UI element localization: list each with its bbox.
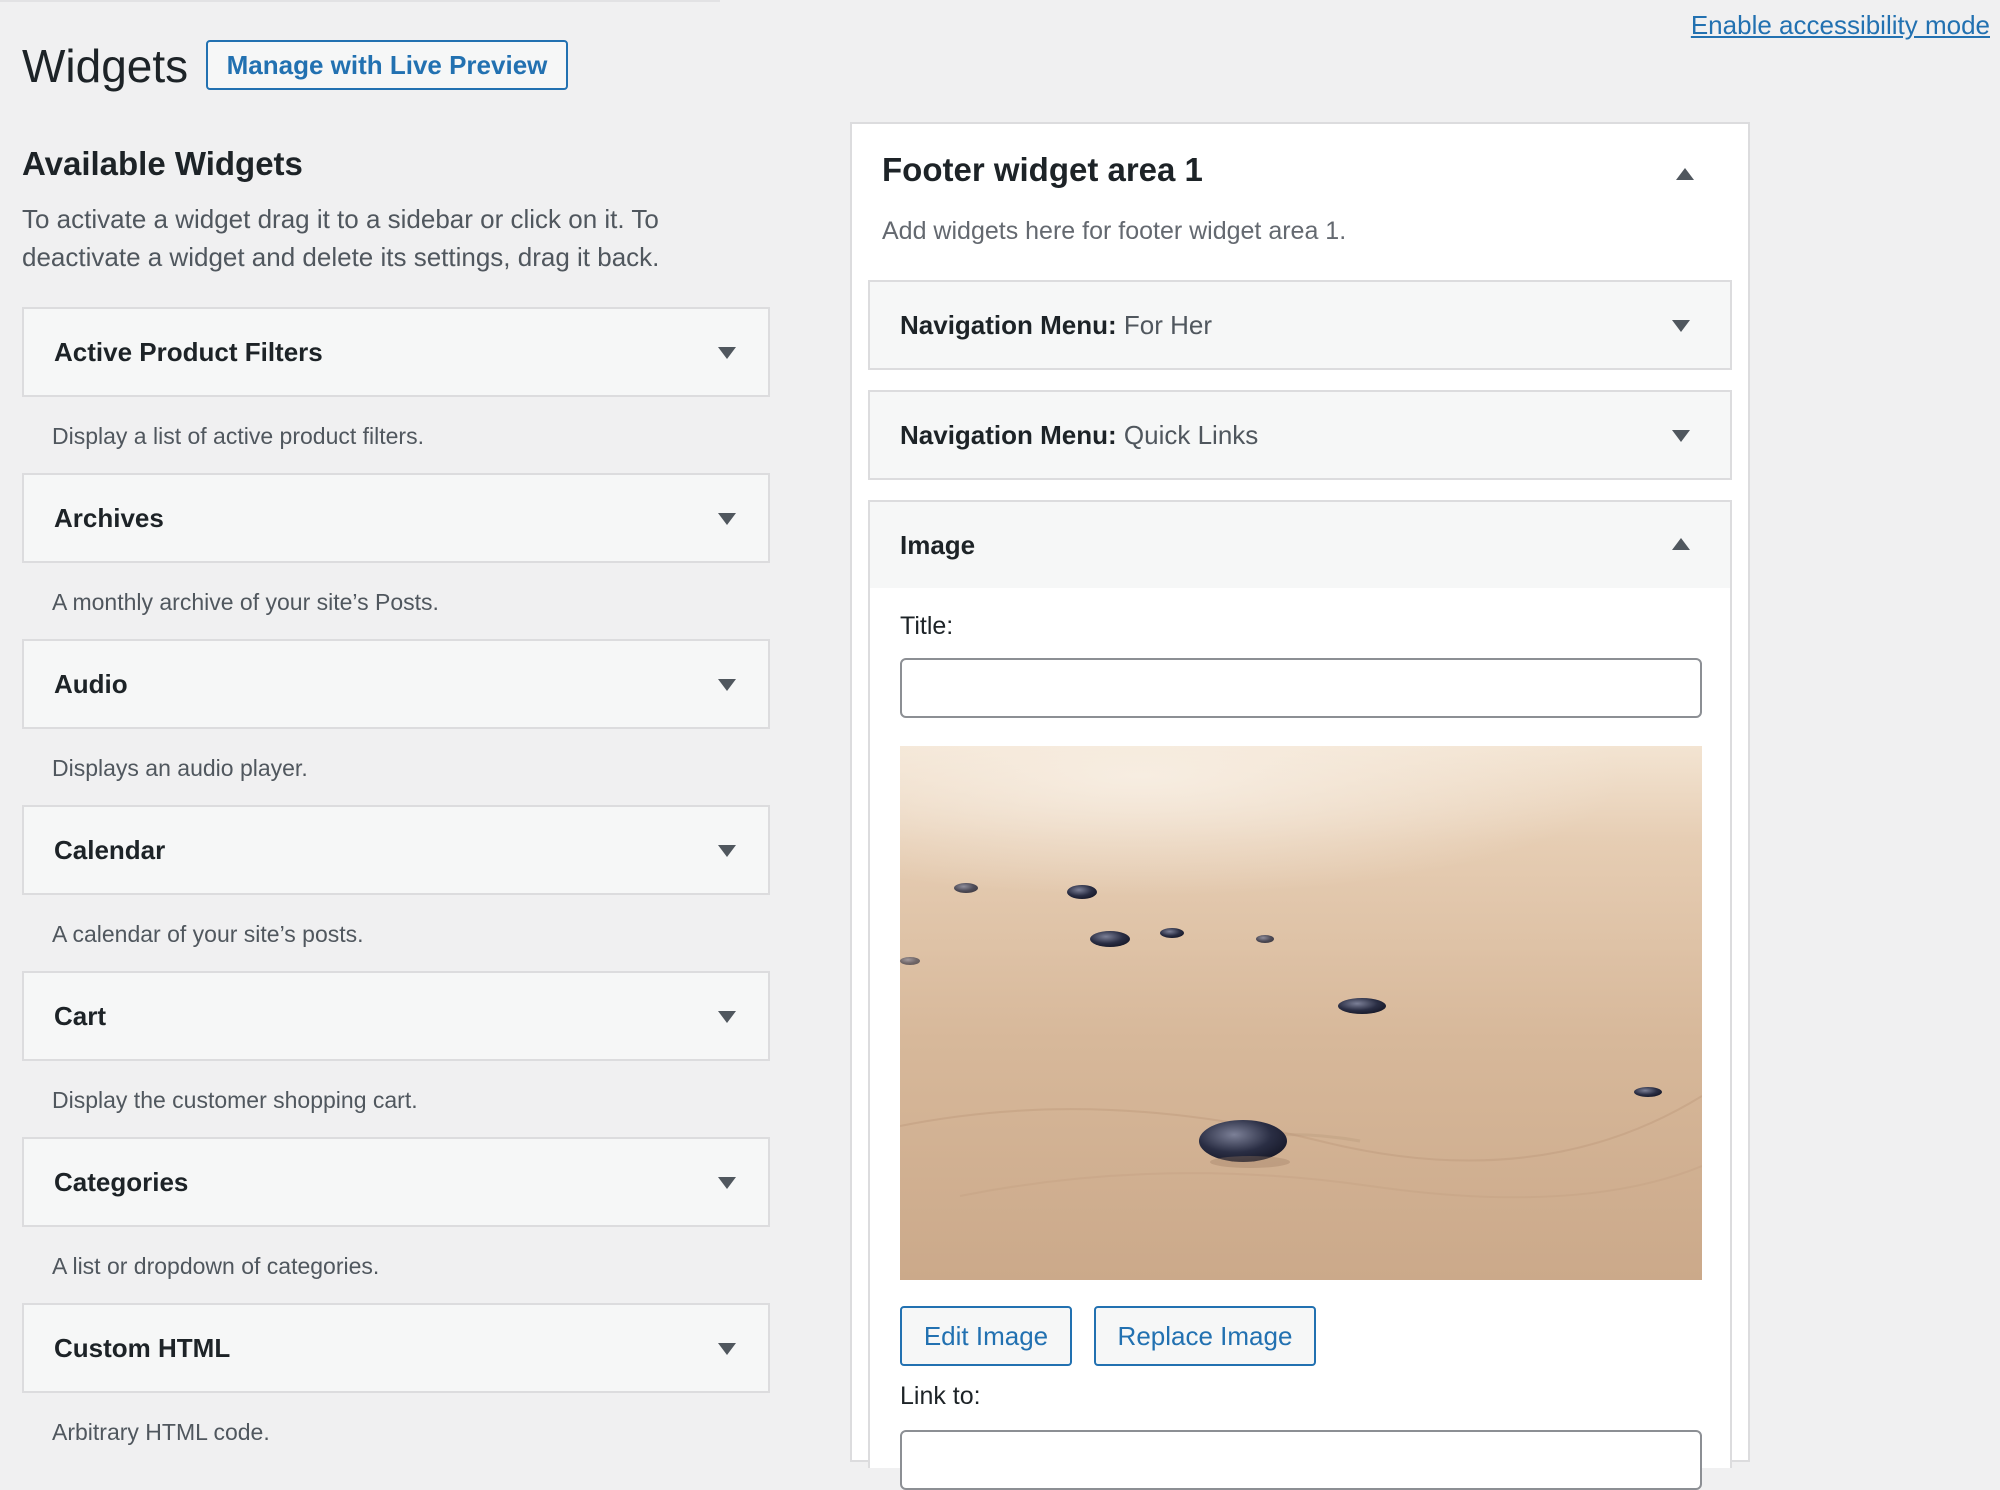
widget-title-bar[interactable]: Categories — [22, 1137, 770, 1227]
caret-down-icon[interactable] — [718, 679, 736, 691]
widget-area-description: Add widgets here for footer widget area … — [882, 217, 1347, 245]
caret-down-icon[interactable] — [718, 845, 736, 857]
widget-title-bar[interactable]: Cart — [22, 971, 770, 1061]
widget-name: Archives — [54, 503, 164, 533]
widget-instance-title: For Her — [1116, 310, 1213, 340]
widget-active-product-filters: Active Product Filters Display a list of… — [22, 307, 770, 473]
caret-up-icon[interactable] — [1672, 538, 1690, 550]
widget-title-bar[interactable]: Custom HTML — [22, 1303, 770, 1393]
enable-accessibility-mode-link[interactable]: Enable accessibility mode — [1691, 10, 1990, 41]
widget-name: Audio — [54, 669, 128, 699]
caret-down-icon[interactable] — [1672, 320, 1690, 332]
widget-description: Displays an audio player. — [52, 755, 308, 781]
widget-type: Navigation Menu — [900, 420, 1109, 450]
caret-down-icon[interactable] — [718, 1343, 736, 1355]
title-input[interactable] — [900, 658, 1702, 718]
widget-name: Calendar — [54, 835, 166, 865]
manage-live-preview-button[interactable]: Manage with Live Preview — [206, 40, 568, 90]
widget-description: A calendar of your site’s posts. — [52, 921, 364, 947]
image-widget-form: Title: Edit Image Replace Image Link to: — [868, 588, 1732, 1490]
widget-name: Categories — [54, 1167, 189, 1197]
widget-calendar: Calendar A calendar of your site’s posts… — [22, 805, 770, 971]
widget-title-bar[interactable]: Calendar — [22, 805, 770, 895]
widget-area-title[interactable]: Footer widget area 1 — [882, 146, 1203, 194]
sidebar-widget-navigation-menu-quick-links[interactable]: Navigation Menu: Quick Links — [868, 390, 1732, 480]
widget-description: Arbitrary HTML code. — [52, 1419, 270, 1445]
image-preview[interactable] — [900, 746, 1702, 1280]
title-label: Title: — [900, 612, 954, 640]
replace-image-button[interactable]: Replace Image — [1094, 1306, 1316, 1366]
sidebar-widget-name: Navigation Menu: For Her — [900, 282, 1212, 368]
widget-categories: Categories A list or dropdown of categor… — [22, 1137, 770, 1303]
caret-up-icon[interactable] — [1676, 168, 1694, 180]
title-separator: : — [1108, 310, 1117, 340]
page-title: Widgets — [22, 40, 189, 92]
title-separator: : — [1108, 420, 1117, 450]
caret-down-icon[interactable] — [1672, 430, 1690, 442]
widget-description: A list or dropdown of categories. — [52, 1253, 380, 1279]
available-widgets-title: Available Widgets — [22, 145, 303, 182]
available-widgets-list: Active Product Filters Display a list of… — [22, 307, 770, 1469]
sidebar-widget-name: Image — [900, 530, 976, 560]
caret-down-icon[interactable] — [718, 1011, 736, 1023]
widget-description: A monthly archive of your site’s Posts. — [52, 589, 439, 615]
top-divider — [0, 0, 720, 2]
widget-archives: Archives A monthly archive of your site’… — [22, 473, 770, 639]
caret-down-icon[interactable] — [718, 347, 736, 359]
widget-instance-title: Quick Links — [1116, 420, 1259, 450]
beach-pebbles-image — [900, 746, 1702, 1280]
edit-image-button[interactable]: Edit Image — [900, 1306, 1072, 1366]
footer-widget-area-panel: Footer widget area 1 Add widgets here fo… — [850, 122, 1750, 1490]
widget-custom-html: Custom HTML Arbitrary HTML code. — [22, 1303, 770, 1469]
widget-title-bar[interactable]: Audio — [22, 639, 770, 729]
sidebar-widget-name: Navigation Menu: Quick Links — [900, 392, 1258, 478]
link-to-label: Link to: — [900, 1382, 981, 1410]
widget-name: Custom HTML — [54, 1333, 231, 1363]
widget-title-bar[interactable]: Active Product Filters — [22, 307, 770, 397]
caret-down-icon[interactable] — [718, 1177, 736, 1189]
widget-description: Display a list of active product filters… — [52, 423, 424, 449]
caret-down-icon[interactable] — [718, 513, 736, 525]
link-to-select[interactable] — [900, 1430, 1702, 1490]
available-widgets-description: To activate a widget drag it to a sideba… — [22, 204, 660, 272]
widget-title-bar[interactable]: Archives — [22, 473, 770, 563]
widget-audio: Audio Displays an audio player. — [22, 639, 770, 805]
widget-description: Display the customer shopping cart. — [52, 1087, 418, 1113]
widget-cart: Cart Display the customer shopping cart. — [22, 971, 770, 1137]
sidebar-widget-navigation-menu-for-her[interactable]: Navigation Menu: For Her — [868, 280, 1732, 370]
widget-name: Cart — [54, 1001, 107, 1031]
widget-type: Navigation Menu — [900, 310, 1109, 340]
sidebar-widget-image[interactable]: Image — [868, 500, 1732, 590]
widget-name: Active Product Filters — [54, 337, 323, 367]
